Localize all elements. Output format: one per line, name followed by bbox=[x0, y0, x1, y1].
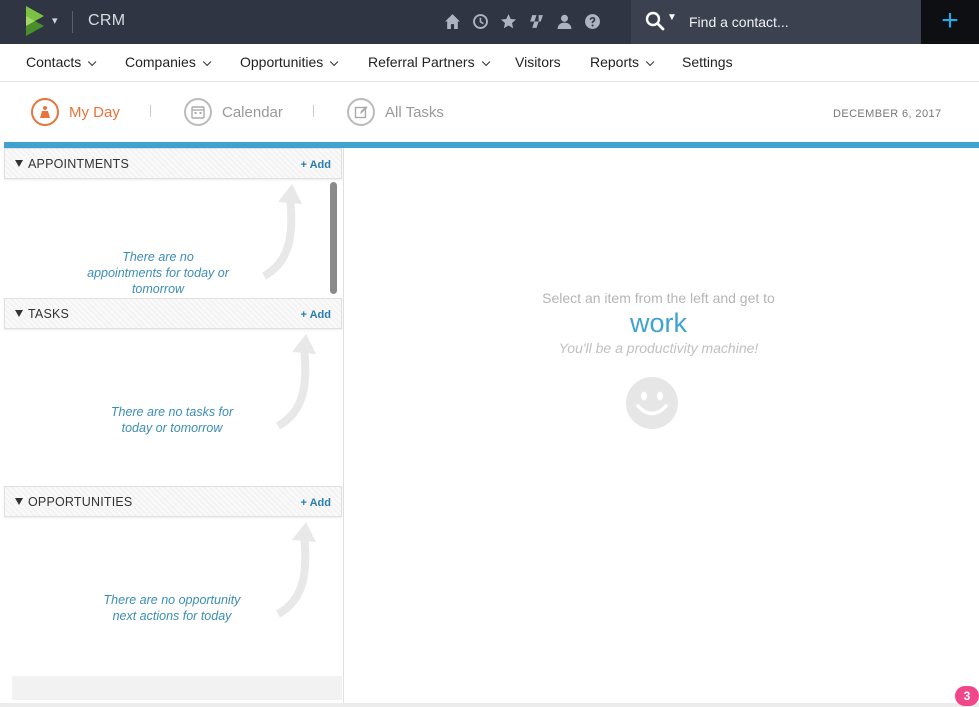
nav-label: Settings bbox=[682, 54, 733, 70]
calendar-icon bbox=[184, 98, 212, 126]
empty-line: There are no bbox=[122, 250, 194, 264]
empty-line: next actions for today bbox=[112, 609, 232, 623]
empty-line: appointments for today or bbox=[87, 266, 229, 280]
search-input[interactable] bbox=[689, 9, 909, 35]
appointments-empty-message: There are no appointments for today or t… bbox=[70, 249, 246, 297]
tab-label: My Day bbox=[69, 103, 120, 121]
chevron-down-icon bbox=[645, 57, 655, 67]
empty-line: There are no tasks for bbox=[110, 405, 234, 419]
nav-label: Opportunities bbox=[240, 54, 324, 70]
clock-icon[interactable] bbox=[471, 10, 490, 32]
header-divider bbox=[72, 11, 73, 33]
arrow-up-icon bbox=[275, 334, 316, 430]
main-nav: Contacts Companies Opportunities Referra… bbox=[0, 44, 979, 82]
add-appointment-button[interactable]: + Add bbox=[301, 159, 331, 171]
tab-label: All Tasks bbox=[385, 103, 444, 121]
nav-label: Referral Partners bbox=[368, 54, 475, 70]
empty-line: today or tomorrow bbox=[121, 421, 223, 435]
collapse-triangle-icon[interactable] bbox=[15, 498, 23, 505]
chevron-down-icon bbox=[88, 57, 97, 67]
nav-settings[interactable]: Settings bbox=[682, 54, 733, 70]
logo-icon[interactable] bbox=[22, 6, 46, 36]
arrow-up-icon bbox=[275, 522, 316, 618]
empty-line: tomorrow bbox=[131, 282, 185, 296]
search-chevron-down-icon[interactable]: ▼ bbox=[667, 12, 677, 23]
chevron-down-icon bbox=[330, 57, 339, 67]
opportunities-empty-message: There are no opportunity next actions fo… bbox=[88, 592, 256, 624]
current-date: DECEMBER 6, 2017 bbox=[833, 108, 942, 120]
flag-icon[interactable] bbox=[527, 10, 546, 32]
nav-label: Reports bbox=[590, 54, 640, 70]
edit-icon bbox=[347, 98, 375, 126]
nav-reports[interactable]: Reports bbox=[590, 54, 655, 70]
collapse-triangle-icon[interactable] bbox=[15, 310, 23, 317]
tab-label: Calendar bbox=[222, 103, 283, 121]
top-bar: ▾ CRM ▼ + bbox=[0, 0, 979, 44]
search-icon[interactable] bbox=[645, 11, 665, 31]
chevron-down-icon bbox=[481, 57, 490, 67]
nav-label: Companies bbox=[125, 54, 196, 70]
section-title: TASKS bbox=[28, 307, 70, 321]
user-icon[interactable] bbox=[555, 10, 574, 32]
nav-opportunities[interactable]: Opportunities bbox=[240, 54, 339, 70]
nav-label: Contacts bbox=[26, 54, 82, 70]
nav-visitors[interactable]: Visitors bbox=[515, 54, 561, 70]
home-icon[interactable] bbox=[443, 10, 462, 32]
add-new-button[interactable]: + bbox=[921, 0, 979, 44]
help-icon[interactable] bbox=[583, 10, 602, 32]
tab-calendar[interactable]: Calendar bbox=[184, 97, 283, 127]
tab-separator bbox=[150, 105, 151, 117]
nav-referral-partners[interactable]: Referral Partners bbox=[368, 54, 490, 70]
search-area: ▼ bbox=[631, 0, 921, 44]
nav-companies[interactable]: Companies bbox=[125, 54, 212, 70]
section-title: OPPORTUNITIES bbox=[28, 495, 133, 509]
app-name: CRM bbox=[88, 12, 126, 29]
quick-icons bbox=[443, 10, 602, 32]
empty-state-tagline: You'll be a productivity machine! bbox=[558, 340, 759, 356]
tasks-empty-message: There are no tasks for today or tomorrow bbox=[92, 404, 252, 436]
appointments-header[interactable]: APPOINTMENTS + Add bbox=[4, 148, 342, 179]
opportunities-header[interactable]: OPPORTUNITIES + Add bbox=[4, 486, 342, 517]
panel-footer bbox=[12, 676, 342, 700]
arrow-up-icon bbox=[261, 184, 302, 280]
tasks-header[interactable]: TASKS + Add bbox=[4, 298, 342, 329]
star-icon[interactable] bbox=[499, 10, 518, 32]
notification-badge[interactable]: 3 bbox=[955, 686, 979, 706]
add-opportunity-button[interactable]: + Add bbox=[301, 497, 331, 509]
my-day-icon bbox=[31, 98, 59, 126]
nav-label: Visitors bbox=[515, 54, 561, 70]
tab-all-tasks[interactable]: All Tasks bbox=[347, 97, 444, 127]
bottom-border bbox=[0, 703, 979, 707]
empty-state: Select an item from the left and get to … bbox=[346, 290, 971, 356]
subtabs: My Day Calendar All Tasks DECEMBER 6, 20… bbox=[0, 82, 979, 142]
appointments-scrollbar[interactable] bbox=[330, 182, 337, 294]
nav-contacts[interactable]: Contacts bbox=[26, 54, 97, 70]
collapse-triangle-icon[interactable] bbox=[15, 160, 23, 167]
tab-my-day[interactable]: My Day bbox=[31, 97, 120, 127]
section-title: APPOINTMENTS bbox=[28, 157, 130, 171]
empty-state-headline: work bbox=[629, 308, 687, 338]
logo-chevron-down-icon[interactable]: ▾ bbox=[52, 14, 58, 27]
tab-separator bbox=[313, 105, 314, 117]
chevron-down-icon bbox=[202, 57, 212, 67]
smiley-icon bbox=[626, 377, 678, 429]
empty-state-line1: Select an item from the left and get to bbox=[542, 290, 775, 306]
my-day-panel: APPOINTMENTS + Add There are no appointm… bbox=[4, 148, 344, 703]
empty-line: There are no opportunity bbox=[103, 593, 241, 607]
add-task-button[interactable]: + Add bbox=[301, 309, 331, 321]
